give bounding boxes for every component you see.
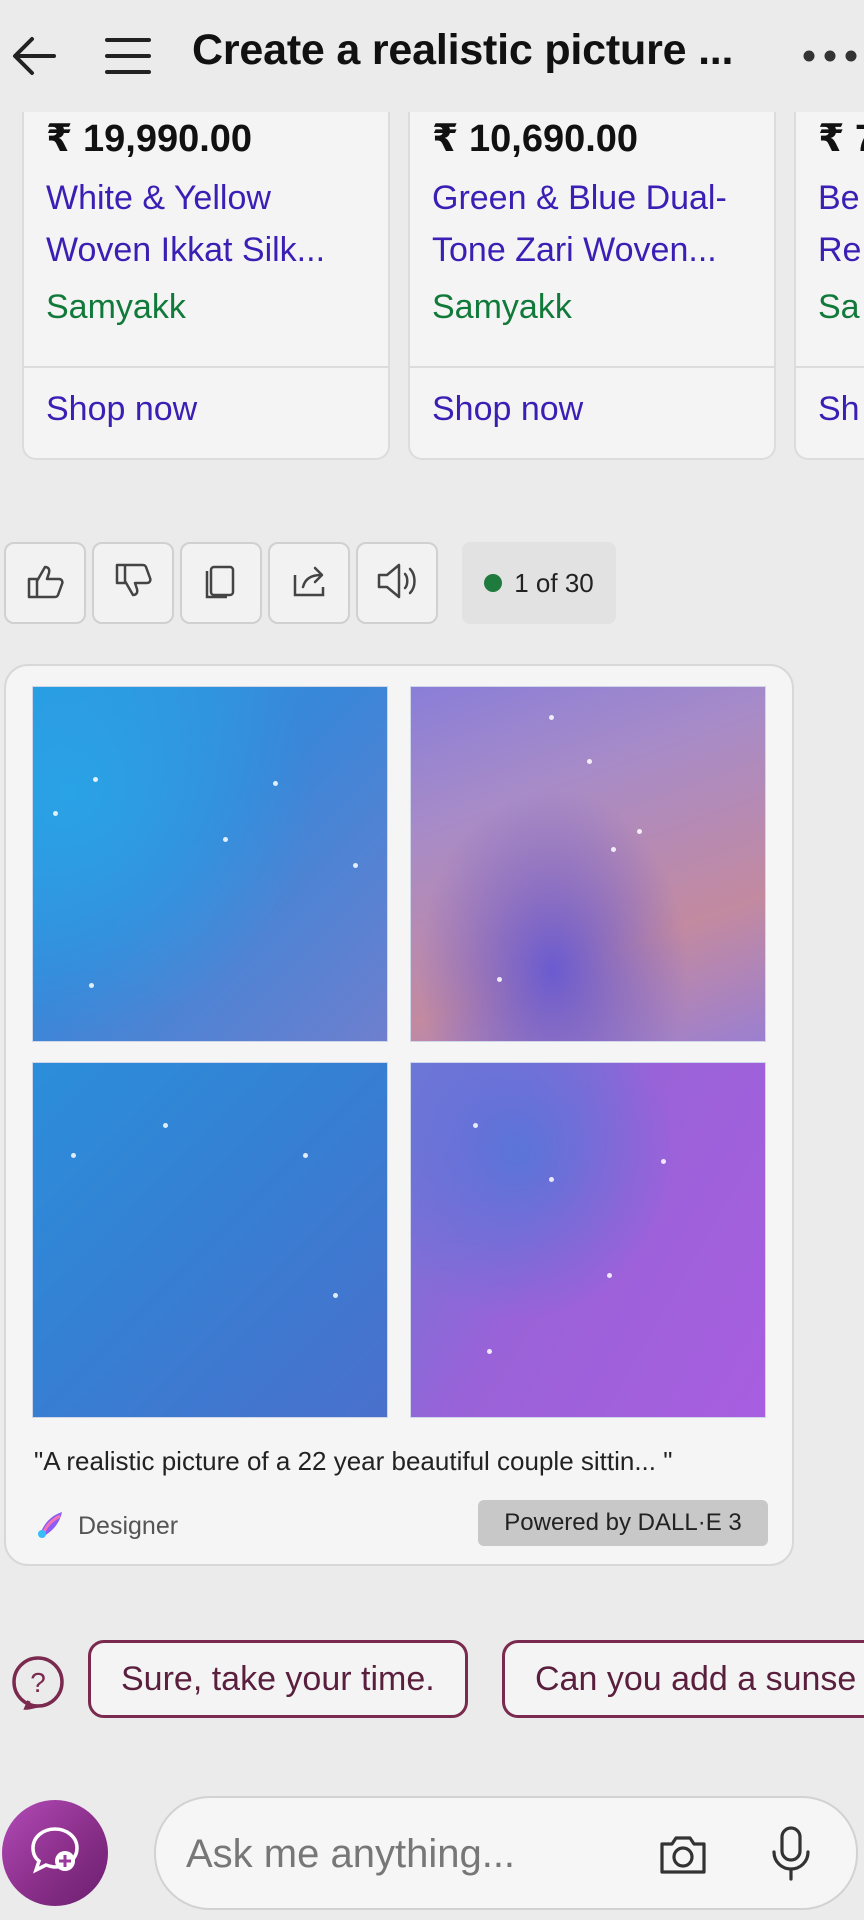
product-price: ₹ 10,690.00 (432, 118, 639, 160)
product-price: ₹ 7 (818, 118, 864, 160)
generated-image[interactable] (410, 686, 766, 1042)
status-dot (484, 574, 503, 592)
product-brand: Samyakk (46, 288, 186, 326)
generated-image[interactable] (32, 1062, 388, 1418)
copy-icon (199, 559, 243, 608)
thumbs-down-button[interactable] (92, 542, 174, 624)
card-divider (410, 366, 774, 368)
designer-badge[interactable]: Designer (34, 1506, 178, 1547)
card-divider (796, 366, 864, 368)
thumbs-up-button[interactable] (4, 542, 86, 624)
designer-image-card: "A realistic picture of a 22 year beauti… (4, 664, 794, 1566)
powered-by-badge: Powered by DALL·E 3 (478, 1500, 768, 1546)
arrow-left-icon[interactable] (6, 28, 62, 84)
microphone-icon[interactable] (766, 1824, 816, 1884)
product-brand: Samyakk (432, 288, 572, 326)
suggestion-chip[interactable]: Can you add a sunse (502, 1640, 864, 1718)
share-button[interactable] (268, 542, 350, 624)
read-aloud-icon (373, 559, 421, 608)
more-dots-icon[interactable] (800, 28, 860, 84)
hamburger-menu-icon[interactable] (100, 28, 156, 84)
copy-button[interactable] (180, 542, 262, 624)
designer-logo-icon (34, 1506, 68, 1547)
product-card[interactable]: ₹ 7 Be Re Sa Sh (794, 112, 864, 460)
counter-text: 1 of 30 (514, 567, 594, 598)
chat-input-placeholder[interactable]: Ask me anything... (186, 1832, 515, 1877)
new-chat-button[interactable] (2, 1800, 108, 1906)
thumbs-up-icon (23, 559, 67, 608)
image-prompt-caption: "A realistic picture of a 22 year beauti… (34, 1446, 673, 1476)
card-divider (24, 366, 388, 368)
product-carousel[interactable]: ₹ 19,990.00 White & Yellow Woven Ikkat S… (0, 112, 864, 472)
product-brand: Sa (818, 288, 860, 326)
shop-now-link[interactable]: Sh (818, 390, 860, 429)
generated-image[interactable] (32, 686, 388, 1042)
product-title-link[interactable]: White & Yellow Woven Ikkat Silk... (46, 172, 386, 276)
top-app-bar: Create a realistic picture ... (0, 0, 864, 112)
new-chat-icon (25, 1821, 85, 1886)
shop-now-link[interactable]: Shop now (46, 390, 197, 429)
thumbs-down-icon (111, 559, 155, 608)
suggestion-chip[interactable]: Sure, take your time. (88, 1640, 468, 1718)
share-icon (287, 559, 331, 608)
generated-image[interactable] (410, 1062, 766, 1418)
product-price: ₹ 19,990.00 (46, 118, 253, 160)
product-card[interactable]: ₹ 10,690.00 Green & Blue Dual- Tone Zari… (408, 112, 776, 460)
camera-icon[interactable] (656, 1828, 710, 1882)
product-title-link[interactable]: Be Re (818, 172, 864, 276)
svg-text:?: ? (30, 1667, 46, 1698)
conversation-title: Create a realistic picture ... (192, 26, 734, 74)
help-question-icon[interactable]: ? (10, 1654, 66, 1710)
designer-label: Designer (78, 1512, 179, 1540)
product-card[interactable]: ₹ 19,990.00 White & Yellow Woven Ikkat S… (22, 112, 390, 460)
shop-now-link[interactable]: Shop now (432, 390, 583, 429)
response-counter: 1 of 30 (462, 542, 616, 624)
product-title-link[interactable]: Green & Blue Dual- Tone Zari Woven... (432, 172, 772, 276)
read-aloud-button[interactable] (356, 542, 438, 624)
chat-input-box[interactable]: Ask me anything... (154, 1796, 858, 1910)
